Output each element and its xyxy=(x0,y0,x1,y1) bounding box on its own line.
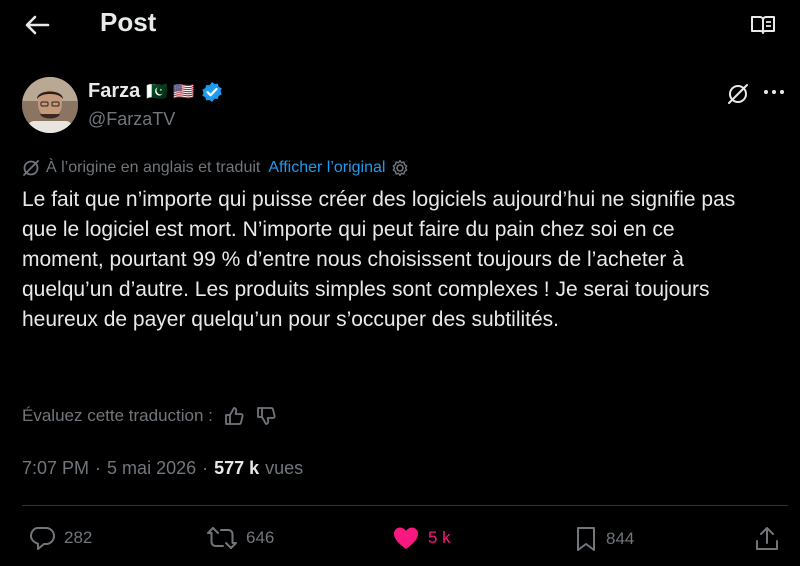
author-handle[interactable]: @FarzaTV xyxy=(88,109,175,130)
bookmark-icon xyxy=(577,527,595,551)
repost-count: 646 xyxy=(246,528,275,547)
avatar[interactable] xyxy=(22,77,78,133)
grok-icon xyxy=(728,84,748,104)
post-text: Le fait que n’importe qui puisse créer d… xyxy=(22,188,742,331)
reply-button[interactable]: 282 xyxy=(28,525,92,551)
post-time[interactable]: 7:07 PM xyxy=(22,458,89,479)
translation-note: À l’origine en anglais et traduit xyxy=(46,159,261,176)
views-count: 577 k xyxy=(214,458,260,478)
verified-badge-icon xyxy=(201,81,222,102)
more-icon xyxy=(764,90,784,94)
like-button[interactable]: 5 k xyxy=(392,525,451,551)
post-meta: 7:07 PM · 5 mai 2026 · 577 k vues xyxy=(22,458,303,479)
grok-button[interactable] xyxy=(724,80,752,108)
avatar-image xyxy=(22,77,78,133)
reader-mode-button[interactable] xyxy=(748,12,778,38)
usa-flag: 🇺🇸 xyxy=(173,82,195,101)
thumbs-down-icon[interactable] xyxy=(255,405,277,427)
share-icon xyxy=(756,527,778,550)
back-arrow-icon xyxy=(25,15,50,35)
reader-mode-icon xyxy=(751,16,775,34)
reply-icon xyxy=(30,527,55,550)
like-count: 5 k xyxy=(428,528,451,547)
translation-notice: À l’origine en anglais et traduit Affich… xyxy=(22,159,409,177)
reply-count: 282 xyxy=(64,528,93,547)
meta-separator: · xyxy=(95,458,102,478)
like-icon xyxy=(394,527,418,549)
author-name-row: Farza 🇵🇰 🇺🇸 xyxy=(88,80,223,103)
more-options-button[interactable] xyxy=(760,80,788,104)
divider xyxy=(22,505,788,506)
author-name[interactable]: Farza xyxy=(88,80,140,103)
thumbs-up-icon[interactable] xyxy=(223,405,245,427)
rate-translation-row: Évaluez cette traduction : xyxy=(22,405,277,427)
repost-icon xyxy=(207,527,237,549)
bookmark-count: 844 xyxy=(606,529,635,548)
repost-button[interactable]: 646 xyxy=(206,525,274,551)
bookmark-button[interactable]: 844 xyxy=(574,525,634,553)
settings-icon[interactable] xyxy=(391,159,409,177)
meta-separator: · xyxy=(202,458,209,478)
pakistan-flag: 🇵🇰 xyxy=(146,82,168,101)
rate-translation-label: Évaluez cette traduction : xyxy=(22,406,213,425)
views-label: vues xyxy=(265,458,304,478)
back-button[interactable] xyxy=(22,12,52,38)
post-date[interactable]: 5 mai 2026 xyxy=(107,458,196,479)
page-title: Post xyxy=(100,7,157,37)
show-original-link[interactable]: Afficher l’original xyxy=(268,159,385,177)
share-button[interactable] xyxy=(754,525,780,553)
translate-icon xyxy=(23,160,39,176)
